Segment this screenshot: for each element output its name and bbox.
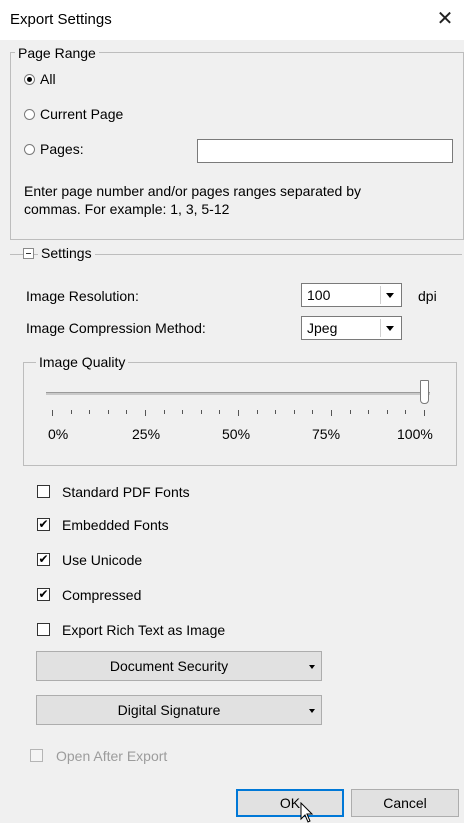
slider-tick bbox=[52, 410, 53, 416]
slider-tick bbox=[182, 410, 183, 414]
settings-legend: Settings bbox=[38, 245, 95, 261]
slider-tick bbox=[275, 410, 276, 414]
radio-pages-label[interactable]: Pages: bbox=[40, 141, 84, 157]
image-resolution-value: 100 bbox=[307, 287, 331, 303]
chevron-down-icon[interactable] bbox=[380, 319, 399, 337]
compression-method-value: Jpeg bbox=[307, 320, 338, 336]
radio-pages[interactable] bbox=[24, 144, 35, 155]
radio-current-page[interactable] bbox=[24, 109, 35, 120]
image-resolution-select[interactable]: 100 bbox=[301, 283, 402, 307]
ok-button[interactable]: OK bbox=[236, 789, 344, 817]
image-quality-group bbox=[23, 362, 457, 466]
quality-tick-100: 100% bbox=[397, 426, 433, 442]
checkbox-use-unicode[interactable]: ✔ bbox=[37, 553, 50, 566]
digital-signature-button[interactable]: Digital Signature bbox=[36, 695, 322, 725]
page-range-hint-line1: Enter page number and/or pages ranges se… bbox=[24, 183, 362, 199]
check-icon: ✔ bbox=[38, 587, 49, 601]
radio-all-label[interactable]: All bbox=[40, 71, 56, 87]
quality-tick-75: 75% bbox=[312, 426, 341, 442]
slider-tick bbox=[294, 410, 295, 414]
image-quality-legend: Image Quality bbox=[36, 354, 129, 370]
slider-tick bbox=[368, 410, 369, 414]
chevron-down-icon bbox=[309, 665, 315, 669]
slider-tick bbox=[257, 410, 258, 414]
slider-tick bbox=[331, 410, 332, 416]
page-range-hint-line2: commas. For example: 1, 3, 5-12 bbox=[24, 201, 230, 217]
collapse-settings-icon[interactable] bbox=[23, 248, 34, 259]
slider-tick bbox=[71, 410, 72, 414]
quality-tick-0: 0% bbox=[48, 426, 69, 442]
quality-tick-25: 25% bbox=[132, 426, 161, 442]
slider-tick bbox=[424, 410, 425, 416]
open-after-export-label[interactable]: Open After Export bbox=[56, 748, 167, 764]
slider-tick bbox=[108, 410, 109, 414]
close-icon[interactable]: ✕ bbox=[430, 6, 460, 32]
slider-tick bbox=[164, 410, 165, 414]
pages-input[interactable] bbox=[197, 139, 453, 163]
dpi-unit-label: dpi bbox=[418, 288, 437, 304]
radio-current-page-label[interactable]: Current Page bbox=[40, 106, 123, 122]
checkbox-open-after-export[interactable] bbox=[30, 749, 43, 762]
checkbox-standard-pdf-fonts[interactable] bbox=[37, 485, 50, 498]
slider-tick bbox=[405, 410, 406, 414]
radio-all[interactable] bbox=[24, 74, 35, 85]
page-range-legend: Page Range bbox=[15, 45, 99, 61]
slider-tick bbox=[238, 410, 239, 416]
quality-tick-50: 50% bbox=[222, 426, 251, 442]
slider-tick bbox=[350, 410, 351, 414]
standard-pdf-fonts-label[interactable]: Standard PDF Fonts bbox=[62, 484, 190, 500]
digital-signature-label: Digital Signature bbox=[117, 702, 221, 718]
slider-tick bbox=[312, 410, 313, 414]
image-resolution-label: Image Resolution: bbox=[26, 288, 139, 304]
embedded-fonts-label[interactable]: Embedded Fonts bbox=[62, 517, 169, 533]
slider-tick bbox=[201, 410, 202, 414]
checkbox-export-rich-text[interactable] bbox=[37, 623, 50, 636]
check-icon: ✔ bbox=[38, 517, 49, 531]
export-rich-text-label[interactable]: Export Rich Text as Image bbox=[62, 622, 225, 638]
check-icon: ✔ bbox=[38, 552, 49, 566]
checkbox-compressed[interactable]: ✔ bbox=[37, 588, 50, 601]
cancel-button[interactable]: Cancel bbox=[351, 789, 459, 817]
image-quality-slider-track[interactable] bbox=[46, 392, 430, 395]
use-unicode-label[interactable]: Use Unicode bbox=[62, 552, 142, 568]
title-bar: Export Settings ✕ bbox=[0, 0, 464, 40]
compression-method-select[interactable]: Jpeg bbox=[301, 316, 402, 340]
image-quality-slider-thumb[interactable] bbox=[420, 380, 429, 404]
slider-tick bbox=[89, 410, 90, 414]
window-title: Export Settings bbox=[10, 11, 112, 28]
document-security-label: Document Security bbox=[109, 658, 229, 674]
slider-tick bbox=[145, 410, 146, 416]
chevron-down-icon[interactable] bbox=[380, 286, 399, 304]
dialog-footer: OK Cancel bbox=[0, 785, 464, 823]
slider-tick bbox=[126, 410, 127, 414]
compression-method-label: Image Compression Method: bbox=[26, 320, 206, 336]
compressed-label[interactable]: Compressed bbox=[62, 587, 141, 603]
mouse-pointer-icon bbox=[300, 802, 314, 823]
chevron-down-icon bbox=[309, 709, 315, 713]
slider-tick bbox=[387, 410, 388, 414]
slider-tick bbox=[219, 410, 220, 414]
document-security-button[interactable]: Document Security bbox=[36, 651, 322, 681]
checkbox-embedded-fonts[interactable]: ✔ bbox=[37, 518, 50, 531]
